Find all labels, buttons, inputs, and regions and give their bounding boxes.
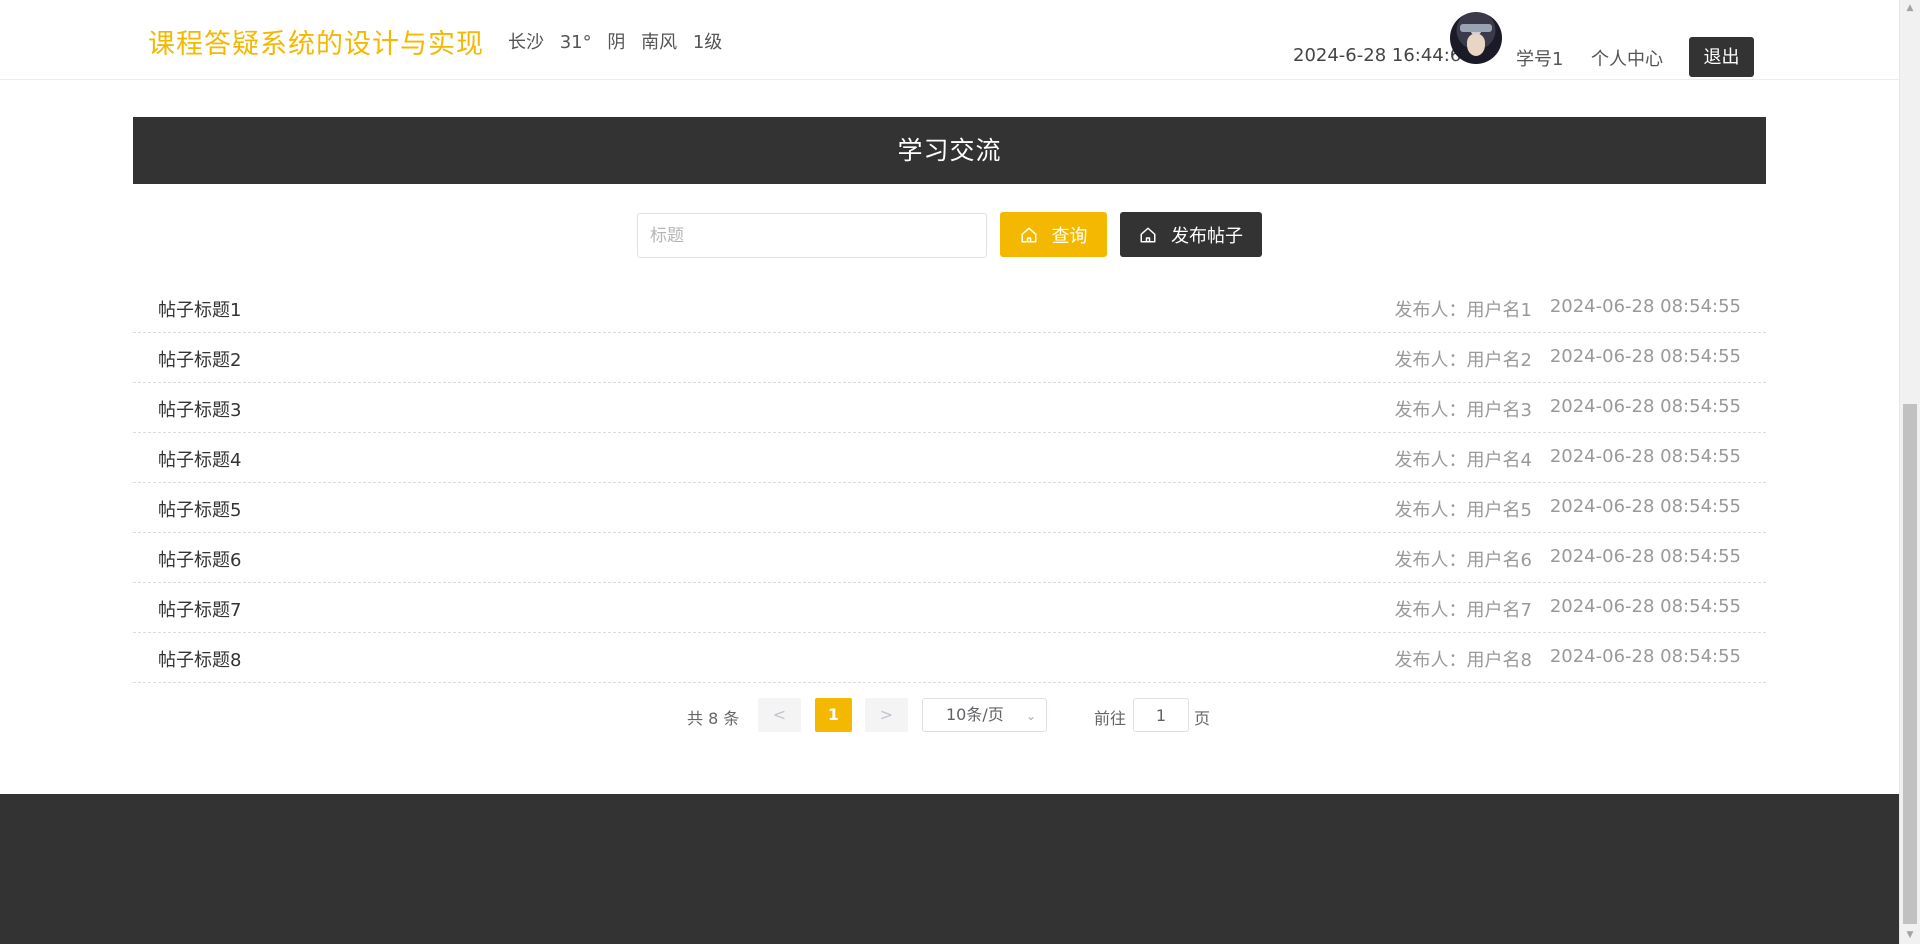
pagination-total: 共 8 条	[687, 709, 740, 728]
site-title[interactable]: 课程答疑系统的设计与实现	[148, 22, 484, 61]
page-size-value: 10条/页	[946, 705, 1004, 724]
username-link[interactable]: 学号1	[1516, 45, 1563, 71]
vertical-scrollbar[interactable]: ▲ ▼	[1899, 0, 1920, 944]
post-author: 发布人：用户名7	[1394, 600, 1532, 621]
pagination-goto-input[interactable]	[1133, 698, 1189, 732]
list-item[interactable]: 帖子标题4 发布人：用户名4 2024-06-28 08:54:55	[133, 433, 1766, 483]
list-item[interactable]: 帖子标题1 发布人：用户名1 2024-06-28 08:54:55	[133, 283, 1766, 333]
post-time: 2024-06-28 08:54:55	[1549, 396, 1741, 417]
pagination-next-button[interactable]: >	[865, 698, 908, 732]
query-button-label: 查询	[1051, 225, 1088, 247]
list-item[interactable]: 帖子标题6 发布人：用户名6 2024-06-28 08:54:55	[133, 533, 1766, 583]
post-time: 2024-06-28 08:54:55	[1549, 346, 1741, 367]
post-title[interactable]: 帖子标题8	[158, 646, 241, 672]
post-title[interactable]: 帖子标题5	[158, 496, 241, 522]
post-author: 发布人：用户名3	[1394, 400, 1532, 421]
post-time: 2024-06-28 08:54:55	[1549, 496, 1741, 517]
post-list: 帖子标题1 发布人：用户名1 2024-06-28 08:54:55 帖子标题2…	[133, 283, 1766, 683]
list-item[interactable]: 帖子标题5 发布人：用户名5 2024-06-28 08:54:55	[133, 483, 1766, 533]
weather-temperature: 31°	[559, 32, 592, 53]
avatar[interactable]	[1450, 12, 1502, 64]
list-item[interactable]: 帖子标题2 发布人：用户名2 2024-06-28 08:54:55	[133, 333, 1766, 383]
publish-post-button[interactable]: 发布帖子	[1120, 212, 1262, 257]
publish-post-label: 发布帖子	[1171, 225, 1243, 247]
page: 课程答疑系统的设计与实现 长沙 31° 阴 南风 1级 2024-6-28 16…	[0, 0, 1899, 944]
post-author: 发布人：用户名4	[1394, 450, 1532, 471]
weather-level: 1级	[692, 32, 723, 53]
avatar-headband	[1460, 24, 1492, 32]
scroll-down-icon[interactable]: ▼	[1900, 927, 1920, 944]
avatar-face	[1467, 34, 1485, 56]
post-time: 2024-06-28 08:54:55	[1549, 296, 1741, 317]
post-title[interactable]: 帖子标题6	[158, 546, 241, 572]
pagination-page-suffix: 页	[1194, 709, 1211, 728]
home-icon	[1140, 227, 1156, 242]
post-author: 发布人：用户名8	[1394, 650, 1532, 671]
title-search-input[interactable]	[637, 213, 987, 258]
post-title[interactable]: 帖子标题3	[158, 396, 241, 422]
home-icon	[1021, 227, 1036, 242]
pagination-goto-label: 前往	[1094, 709, 1127, 728]
query-button[interactable]: 查询	[1000, 212, 1107, 257]
post-time: 2024-06-28 08:54:55	[1549, 446, 1741, 467]
post-time: 2024-06-28 08:54:55	[1549, 646, 1741, 667]
page-footer	[0, 794, 1899, 944]
scrollbar-thumb[interactable]	[1903, 404, 1917, 924]
scroll-up-icon[interactable]: ▲	[1900, 0, 1920, 17]
post-title[interactable]: 帖子标题2	[158, 346, 241, 372]
section-banner: 学习交流	[133, 117, 1766, 184]
weather-widget: 长沙 31° 阴 南风 1级	[508, 28, 732, 54]
logout-button[interactable]: 退出	[1689, 37, 1754, 77]
pagination-page-1[interactable]: 1	[815, 698, 852, 732]
current-datetime: 2024-6-28 16:44:6	[1293, 45, 1462, 66]
list-item[interactable]: 帖子标题7 发布人：用户名7 2024-06-28 08:54:55	[133, 583, 1766, 633]
top-header: 课程答疑系统的设计与实现 长沙 31° 阴 南风 1级 2024-6-28 16…	[0, 0, 1899, 80]
personal-center-link[interactable]: 个人中心	[1591, 45, 1663, 71]
weather-condition: 阴	[607, 32, 626, 53]
post-author: 发布人：用户名1	[1394, 300, 1532, 321]
post-author: 发布人：用户名5	[1394, 500, 1532, 521]
post-title[interactable]: 帖子标题7	[158, 596, 241, 622]
post-author: 发布人：用户名2	[1394, 350, 1532, 371]
post-time: 2024-06-28 08:54:55	[1549, 546, 1741, 567]
page-size-select[interactable]: 10条/页 ⌄	[922, 698, 1047, 732]
post-title[interactable]: 帖子标题4	[158, 446, 241, 472]
post-time: 2024-06-28 08:54:55	[1549, 596, 1741, 617]
pagination-prev-button[interactable]: <	[758, 698, 801, 732]
post-author: 发布人：用户名6	[1394, 550, 1532, 571]
weather-city: 长沙	[508, 32, 544, 53]
weather-wind: 南风	[641, 32, 678, 53]
post-title[interactable]: 帖子标题1	[158, 296, 241, 322]
list-item[interactable]: 帖子标题3 发布人：用户名3 2024-06-28 08:54:55	[133, 383, 1766, 433]
chevron-down-icon: ⌄	[1025, 709, 1036, 723]
section-title: 学习交流	[897, 136, 1002, 165]
list-item[interactable]: 帖子标题8 发布人：用户名8 2024-06-28 08:54:55	[133, 633, 1766, 683]
